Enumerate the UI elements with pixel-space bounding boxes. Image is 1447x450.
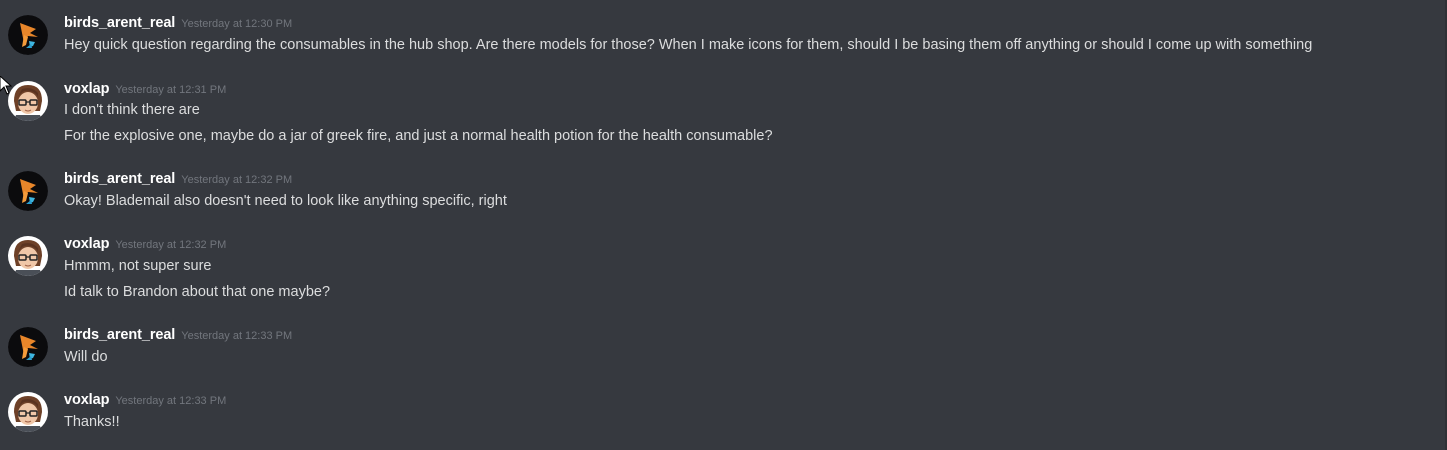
orange-bird-icon: [8, 171, 48, 211]
message-header: voxlap Yesterday at 12:31 PM: [64, 80, 226, 98]
glasses-person-icon: [8, 236, 48, 276]
avatar[interactable]: [8, 171, 48, 211]
message-text: I don't think there are: [64, 102, 200, 118]
glasses-person-icon: [8, 392, 48, 432]
mouse-cursor-icon: [0, 76, 12, 95]
username[interactable]: voxlap: [64, 81, 109, 97]
avatar[interactable]: [8, 81, 48, 121]
message-text: Okay! Blademail also doesn't need to loo…: [64, 193, 507, 209]
message-text: Hmmm, not super sure: [64, 258, 212, 274]
timestamp: Yesterday at 12:33 PM: [115, 395, 227, 407]
timestamp: Yesterday at 12:32 PM: [181, 174, 293, 186]
message-text: Thanks!!: [64, 414, 120, 430]
message-header: birds_arent_real Yesterday at 12:33 PM: [64, 326, 292, 344]
avatar[interactable]: [8, 236, 48, 276]
username[interactable]: voxlap: [64, 392, 109, 408]
message-header: voxlap Yesterday at 12:32 PM: [64, 235, 226, 253]
message-text: Hey quick question regarding the consuma…: [64, 37, 1313, 53]
message-header: birds_arent_real Yesterday at 12:32 PM: [64, 170, 292, 188]
message-text: For the explosive one, maybe do a jar of…: [64, 128, 773, 144]
message-header: birds_arent_real Yesterday at 12:30 PM: [64, 14, 292, 32]
timestamp: Yesterday at 12:31 PM: [115, 84, 227, 96]
message-header: voxlap Yesterday at 12:33 PM: [64, 391, 226, 409]
chat-message-list: birds_arent_real Yesterday at 12:30 PM He…: [0, 0, 1447, 450]
orange-bird-icon: [8, 327, 48, 367]
orange-bird-icon: [8, 15, 48, 55]
username[interactable]: birds_arent_real: [64, 327, 175, 343]
timestamp: Yesterday at 12:33 PM: [181, 330, 293, 342]
username[interactable]: voxlap: [64, 236, 109, 252]
message-text: Will do: [64, 349, 108, 365]
username[interactable]: birds_arent_real: [64, 15, 175, 31]
avatar[interactable]: [8, 392, 48, 432]
message-text: Id talk to Brandon about that one maybe?: [64, 284, 331, 300]
avatar[interactable]: [8, 327, 48, 367]
timestamp: Yesterday at 12:32 PM: [115, 239, 227, 251]
timestamp: Yesterday at 12:30 PM: [181, 18, 293, 30]
glasses-person-icon: [8, 81, 48, 121]
username[interactable]: birds_arent_real: [64, 171, 175, 187]
avatar[interactable]: [8, 15, 48, 55]
